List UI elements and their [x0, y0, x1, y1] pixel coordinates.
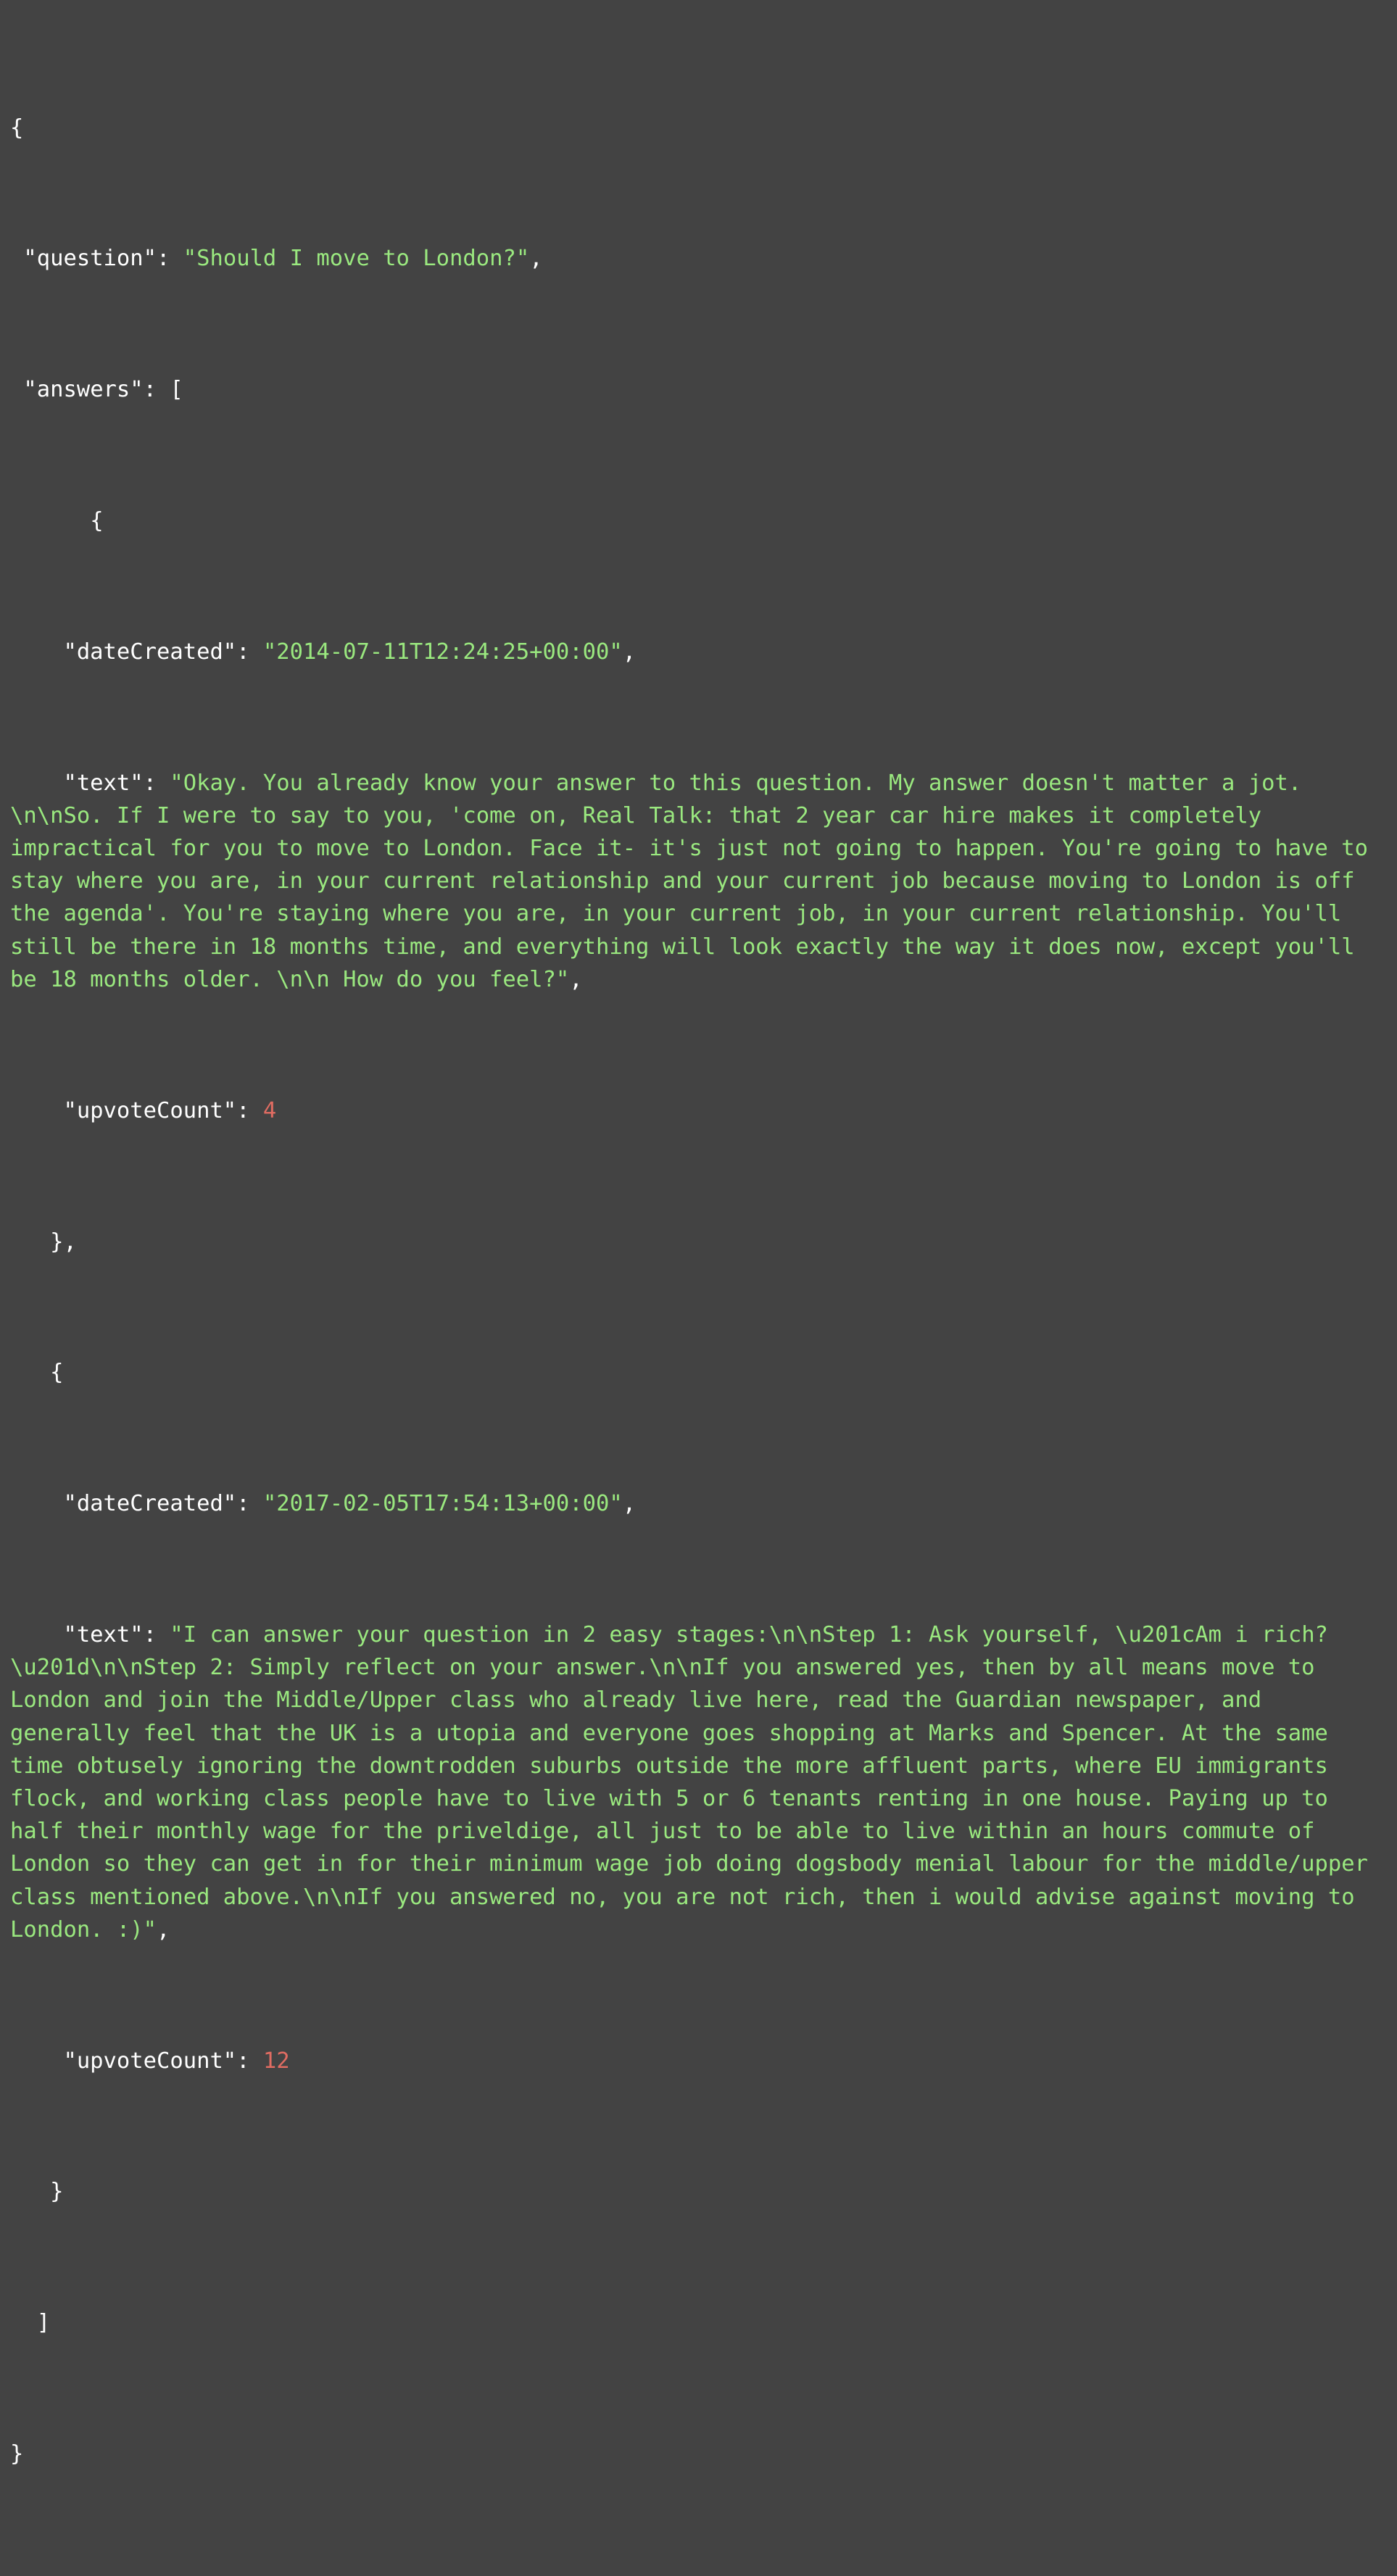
json-line-answer-0-text: "text": "Okay. You already know your ans…	[10, 767, 1385, 996]
colon-answer-0-text: :	[143, 770, 170, 796]
colon-answer-1-upvotecount: :	[236, 2048, 263, 2074]
colon-answer-1-text: :	[143, 1621, 170, 1648]
brace-open-root: {	[10, 115, 24, 141]
key-question: "question"	[23, 246, 157, 272]
brace-close-answer-1: }	[50, 2179, 64, 2205]
indent-answer-0-close	[10, 1229, 50, 1255]
key-answer-1-upvotecount: "upvoteCount"	[63, 2048, 237, 2074]
colon-answer-0-datecreated: :	[236, 639, 263, 665]
key-answer-1-text: "text"	[63, 1621, 144, 1648]
indent-answer-1-text	[10, 1622, 63, 1648]
value-answer-0-upvotecount: 4	[262, 1097, 277, 1123]
bracket-open-answers: [	[170, 377, 183, 403]
indent-answer-1-upvotecount	[10, 2048, 63, 2074]
key-answer-0-upvotecount: "upvoteCount"	[63, 1097, 237, 1123]
json-line-answers-close: ]	[10, 2306, 1385, 2339]
bracket-close-answers: ]	[36, 2310, 51, 2336]
colon-answers: :	[143, 377, 170, 403]
comma-answer-0-text: ,	[569, 966, 583, 992]
json-line-question: "question": "Should I move to London?",	[10, 242, 1385, 275]
json-line-answer-0-datecreated: "dateCreated": "2014-07-11T12:24:25+00:0…	[10, 636, 1385, 668]
json-code-block: { "question": "Should I move to London?"…	[10, 13, 1385, 2569]
indent-answer-1-open	[10, 1360, 50, 1385]
key-answer-0-text: "text"	[63, 770, 144, 796]
value-answer-0-datecreated: "2014-07-11T12:24:25+00:00"	[262, 639, 623, 665]
key-answers: "answers"	[23, 377, 144, 403]
json-line-open-root: {	[10, 112, 1385, 144]
json-line-answer-1-close: }	[10, 2175, 1385, 2208]
value-answer-1-datecreated: "2017-02-05T17:54:13+00:00"	[262, 1491, 623, 1517]
indent-answer-0-datecreated	[10, 639, 63, 665]
comma-question: ,	[529, 246, 543, 272]
brace-open-answer-0: {	[90, 508, 104, 534]
value-answer-1-text: "I can answer your question in 2 easy st…	[10, 1621, 1382, 1943]
value-answer-0-text: "Okay. You already know your answer to t…	[10, 770, 1382, 992]
comma-answer-1-datecreated: ,	[622, 1491, 637, 1517]
colon-answer-0-upvotecount: :	[236, 1097, 263, 1123]
indent-answer-0-text	[10, 770, 63, 796]
indent-answer-1-datecreated	[10, 1491, 63, 1516]
brace-close-root: }	[10, 2441, 24, 2467]
json-line-answers-key: "answers": [	[10, 373, 1385, 406]
comma-answer-0-datecreated: ,	[622, 639, 637, 665]
json-line-answer-0-upvotecount: "upvoteCount": 4	[10, 1094, 1385, 1127]
json-line-close-root: }	[10, 2438, 1385, 2470]
json-line-answer-1-open: {	[10, 1356, 1385, 1389]
comma-answer-1-text: ,	[157, 1916, 170, 1943]
key-answer-0-datecreated: "dateCreated"	[63, 639, 237, 665]
indent-answers	[10, 377, 23, 402]
indent-answer-0-open	[10, 508, 90, 533]
json-line-answer-0-close: },	[10, 1226, 1385, 1258]
json-line-answer-1-datecreated: "dateCreated": "2017-02-05T17:54:13+00:0…	[10, 1487, 1385, 1520]
colon-question: :	[157, 246, 183, 272]
brace-close-answer-0: },	[50, 1229, 77, 1255]
value-answer-1-upvotecount: 12	[262, 2048, 290, 2074]
json-line-answer-1-upvotecount: "upvoteCount": 12	[10, 2045, 1385, 2077]
key-answer-1-datecreated: "dateCreated"	[63, 1491, 237, 1517]
indent-question	[10, 246, 23, 271]
colon-answer-1-datecreated: :	[236, 1491, 263, 1517]
value-question: "Should I move to London?"	[183, 246, 530, 272]
brace-open-answer-1: {	[50, 1360, 64, 1386]
json-line-answer-1-text: "text": "I can answer your question in 2…	[10, 1619, 1385, 1946]
indent-answers-close	[10, 2310, 37, 2335]
indent-answer-1-close	[10, 2179, 50, 2204]
indent-answer-0-upvotecount	[10, 1098, 63, 1123]
json-line-answer-0-open: {	[10, 504, 1385, 537]
json-code-viewer: { "question": "Should I move to London?"…	[0, 0, 1397, 2576]
